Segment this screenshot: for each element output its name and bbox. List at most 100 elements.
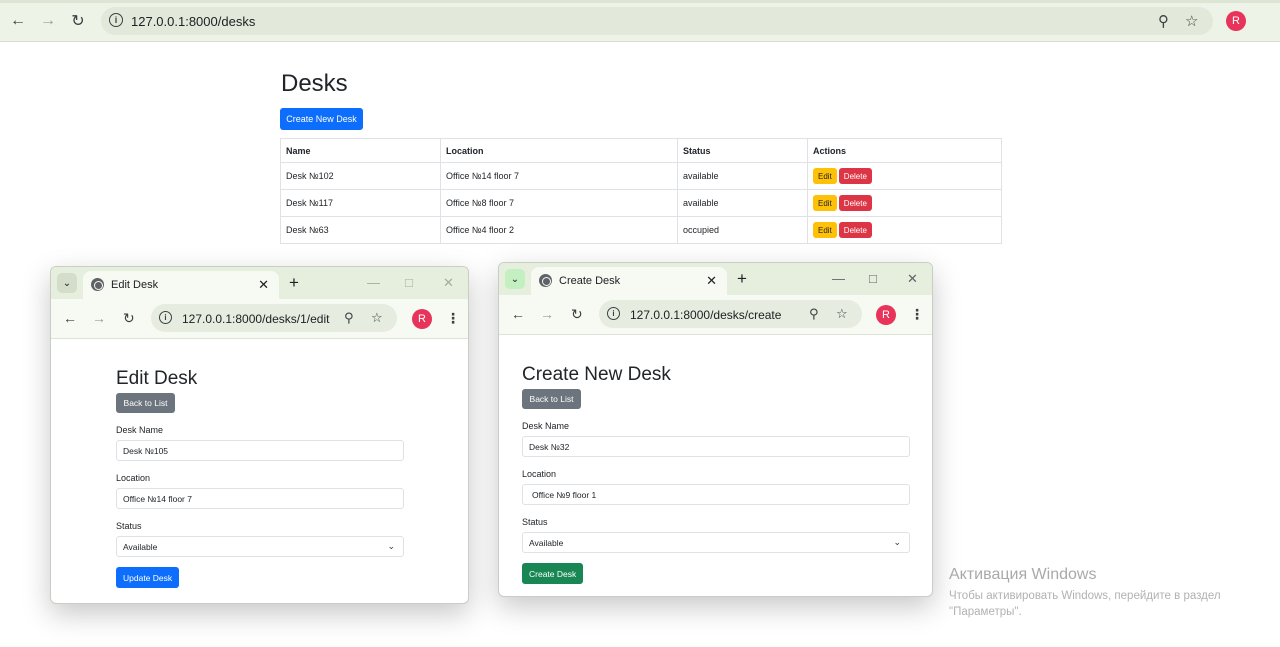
address-url[interactable]: 127.0.0.1:8000/desks/1/edit — [182, 312, 329, 326]
desk-location-cell: Office №8 floor 7 — [440, 189, 678, 217]
delete-button[interactable]: Delete — [838, 222, 872, 238]
address-url[interactable]: 127.0.0.1:8000/desks — [131, 14, 255, 29]
more-menu-icon[interactable]: ⋮ — [446, 310, 460, 327]
desk-status-cell: occupied — [677, 216, 808, 244]
avatar[interactable]: R — [412, 309, 432, 329]
maximize-icon[interactable]: □ — [405, 275, 413, 290]
desk-location-cell: Office №14 floor 7 — [440, 162, 678, 190]
desk-name-cell: Desk №117 — [280, 189, 441, 217]
address-bar[interactable]: i 127.0.0.1:8000/desks/create ⚲ ☆ — [599, 300, 862, 328]
site-info-icon[interactable]: i — [159, 311, 172, 324]
status-label: Status — [116, 521, 142, 531]
window-toolbar: ← → ↻ i 127.0.0.1:8000/desks/create ⚲ ☆ … — [499, 295, 932, 335]
site-info-icon[interactable]: i — [607, 307, 620, 320]
activation-watermark-title: Активация Windows — [949, 566, 1097, 583]
create-desk-button[interactable]: Create New Desk — [280, 108, 363, 130]
more-menu-icon[interactable]: ⋮ — [910, 306, 924, 323]
column-header-location: Location — [440, 138, 678, 163]
globe-icon — [91, 278, 104, 291]
star-icon[interactable]: ☆ — [1185, 12, 1198, 30]
activation-watermark-line: Чтобы активировать Windows, перейдите в … — [949, 590, 1221, 602]
table-row: Desk №102 Office №14 floor 7 available E… — [280, 162, 1002, 190]
close-window-icon[interactable]: ✕ — [443, 275, 454, 291]
minimize-icon[interactable]: — — [832, 271, 845, 286]
address-bar[interactable]: i 127.0.0.1:8000/desks/1/edit ⚲ ☆ — [151, 304, 397, 332]
star-icon[interactable]: ☆ — [371, 310, 383, 326]
minimize-icon[interactable]: — — [367, 275, 380, 290]
status-select-value: Available — [529, 537, 564, 548]
page-title: Desks — [281, 70, 348, 97]
edit-button[interactable]: Edit — [813, 195, 837, 211]
close-tab-icon[interactable]: ✕ — [706, 273, 717, 289]
tab-search-icon[interactable]: ⌄ — [57, 273, 77, 293]
location-input[interactable]: Office №14 floor 7 — [116, 488, 404, 509]
tab-create-desk[interactable]: Create Desk ✕ — [531, 267, 727, 295]
back-to-list-button[interactable]: Back to List — [522, 389, 581, 409]
edit-button[interactable]: Edit — [813, 222, 837, 238]
desk-name-cell: Desk №63 — [280, 216, 441, 244]
status-select[interactable]: Available ⌄ — [522, 532, 910, 553]
star-icon[interactable]: ☆ — [836, 306, 848, 322]
avatar[interactable]: R — [1226, 11, 1246, 31]
tab-edit-desk[interactable]: Edit Desk ✕ — [83, 271, 279, 299]
close-window-icon[interactable]: ✕ — [907, 271, 918, 287]
desk-actions-cell: Edit Delete — [807, 216, 1002, 244]
avatar[interactable]: R — [876, 305, 896, 325]
back-arrow-icon[interactable]: ← — [63, 310, 77, 326]
edit-desk-window: ⌄ Edit Desk ✕ + — □ ✕ ← → ↻ i 127.0.0.1:… — [50, 266, 469, 604]
desk-status-cell: available — [677, 162, 808, 190]
desk-status-cell: available — [677, 189, 808, 217]
desk-name-input[interactable]: Desk №105 — [116, 440, 404, 461]
status-select[interactable]: Available ⌄ — [116, 536, 404, 557]
maximize-icon[interactable]: □ — [869, 271, 877, 286]
tab-title: Edit Desk — [111, 279, 159, 291]
table-header-row: Name Location Status Actions — [280, 138, 1002, 163]
create-desk-submit-button[interactable]: Create Desk — [522, 563, 584, 584]
zoom-icon[interactable]: ⚲ — [1158, 12, 1169, 30]
reload-icon[interactable]: ↻ — [571, 306, 583, 323]
desk-location-cell: Office №4 floor 2 — [440, 216, 678, 244]
desk-actions-cell: Edit Delete — [807, 189, 1002, 217]
column-header-status: Status — [677, 138, 808, 163]
create-desk-window: ⌄ Create Desk ✕ + — □ ✕ ← → ↻ i 127.0.0.… — [498, 262, 933, 597]
window-tab-bar: ⌄ Create Desk ✕ + — □ ✕ — [499, 263, 932, 295]
activation-watermark-text: Чтобы активировать Windows, перейдите в … — [949, 588, 1221, 620]
zoom-icon[interactable]: ⚲ — [344, 310, 354, 326]
column-header-name: Name — [280, 138, 441, 163]
new-tab-icon[interactable]: + — [289, 273, 299, 293]
forward-arrow-icon[interactable]: → — [38, 11, 58, 31]
back-arrow-icon[interactable]: ← — [511, 306, 525, 322]
form-title: Create New Desk — [522, 364, 671, 385]
delete-button[interactable]: Delete — [838, 168, 872, 184]
back-to-list-button[interactable]: Back to List — [116, 393, 175, 413]
window-toolbar: ← → ↻ i 127.0.0.1:8000/desks/1/edit ⚲ ☆ … — [51, 299, 468, 339]
update-desk-button[interactable]: Update Desk — [116, 567, 180, 588]
location-input[interactable]: Office №9 floor 1 — [522, 484, 910, 505]
reload-icon[interactable]: ↻ — [68, 11, 88, 31]
window-tab-bar: ⌄ Edit Desk ✕ + — □ ✕ — [51, 267, 468, 299]
forward-arrow-icon[interactable]: → — [540, 306, 554, 322]
close-tab-icon[interactable]: ✕ — [258, 277, 269, 293]
forward-arrow-icon[interactable]: → — [92, 310, 106, 326]
zoom-icon[interactable]: ⚲ — [809, 306, 819, 322]
location-label: Location — [522, 469, 557, 479]
desk-name-cell: Desk №102 — [280, 162, 441, 190]
desk-actions-cell: Edit Delete — [807, 162, 1002, 190]
reload-icon[interactable]: ↻ — [123, 310, 135, 327]
activation-watermark-line: "Параметры". — [949, 606, 1022, 618]
globe-icon — [539, 274, 552, 287]
table-row: Desk №63 Office №4 floor 2 occupied Edit… — [280, 216, 1002, 244]
address-url[interactable]: 127.0.0.1:8000/desks/create — [630, 308, 781, 322]
tab-search-icon[interactable]: ⌄ — [505, 269, 525, 289]
edit-button[interactable]: Edit — [813, 168, 837, 184]
desk-name-input[interactable]: Desk №32 — [522, 436, 910, 457]
form-title: Edit Desk — [116, 368, 198, 389]
new-tab-icon[interactable]: + — [737, 269, 747, 289]
address-bar[interactable]: i 127.0.0.1:8000/desks ⚲ ☆ — [101, 7, 1213, 35]
location-label: Location — [116, 473, 151, 483]
chevron-down-icon: ⌄ — [893, 537, 901, 547]
back-arrow-icon[interactable]: ← — [8, 11, 28, 31]
site-info-icon[interactable]: i — [109, 13, 123, 27]
delete-button[interactable]: Delete — [838, 195, 872, 211]
tab-title: Create Desk — [559, 275, 621, 287]
